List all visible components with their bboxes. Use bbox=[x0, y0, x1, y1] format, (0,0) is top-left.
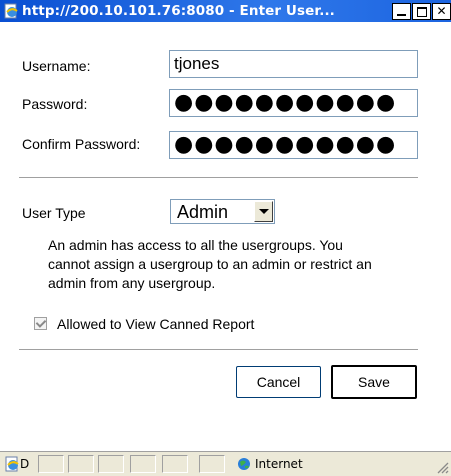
ie-page-icon bbox=[4, 3, 18, 19]
ie-page-icon bbox=[5, 456, 19, 472]
user-type-label: User Type bbox=[22, 205, 86, 221]
canned-report-label: Allowed to View Canned Report bbox=[57, 316, 255, 332]
maximize-button[interactable] bbox=[412, 3, 431, 20]
chevron-down-icon[interactable] bbox=[254, 201, 273, 222]
status-cell bbox=[130, 455, 156, 473]
cancel-button[interactable]: Cancel bbox=[236, 366, 321, 398]
status-bar: D Internet bbox=[0, 451, 451, 476]
globe-icon bbox=[238, 458, 250, 470]
user-type-select[interactable]: Admin bbox=[170, 199, 275, 224]
confirm-password-label: Confirm Password: bbox=[22, 136, 141, 152]
canned-report-checkbox[interactable] bbox=[34, 317, 47, 330]
password-input[interactable]: ●●●●●●●●●●● bbox=[169, 89, 418, 117]
divider bbox=[19, 349, 418, 350]
close-icon: ✕ bbox=[436, 4, 447, 18]
user-type-description: An admin has access to all the usergroup… bbox=[48, 237, 372, 291]
status-cell bbox=[162, 455, 188, 473]
minimize-button[interactable] bbox=[392, 3, 411, 20]
status-cell bbox=[68, 455, 94, 473]
status-cell bbox=[38, 455, 64, 473]
status-text: D bbox=[20, 457, 30, 471]
resize-grip-icon[interactable] bbox=[435, 460, 449, 474]
confirm-password-input[interactable]: ●●●●●●●●●●● bbox=[169, 131, 418, 159]
title-bar[interactable]: http://200.10.101.76:8080 - Enter User..… bbox=[0, 0, 451, 22]
window-title: http://200.10.101.76:8080 - Enter User..… bbox=[22, 3, 335, 19]
close-button[interactable]: ✕ bbox=[432, 3, 451, 20]
password-label: Password: bbox=[22, 96, 88, 112]
status-cell bbox=[199, 455, 225, 473]
username-label: Username: bbox=[22, 58, 91, 74]
security-zone-text: Internet bbox=[255, 457, 303, 471]
save-button[interactable]: Save bbox=[331, 365, 417, 399]
user-type-value: Admin bbox=[177, 202, 229, 222]
divider bbox=[19, 177, 418, 178]
username-input[interactable]: tjones bbox=[169, 50, 418, 78]
status-cell bbox=[98, 455, 124, 473]
